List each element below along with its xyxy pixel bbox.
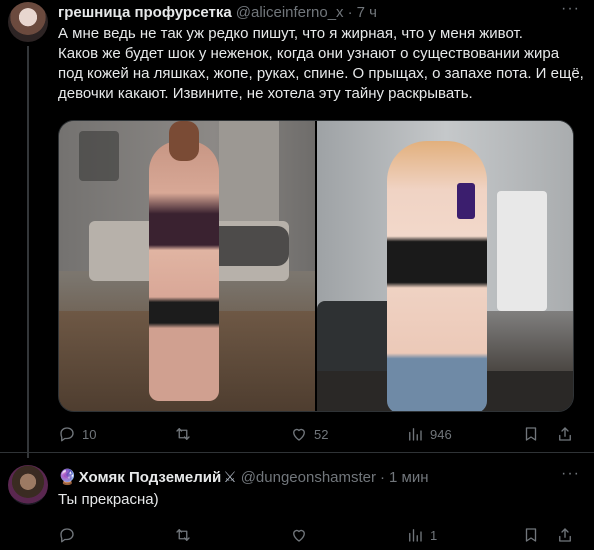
timestamp[interactable]: 1 мин: [389, 469, 429, 486]
phone: [457, 183, 475, 219]
door: [219, 121, 279, 231]
clothes-rack: [497, 191, 547, 311]
tweet-text-line: Ты прекрасна): [58, 491, 159, 508]
reply-count: 10: [82, 426, 97, 442]
retweet-button[interactable]: [174, 424, 198, 444]
like-button[interactable]: [290, 525, 314, 545]
tweet-text: Ты прекрасна): [58, 490, 582, 510]
reply-button[interactable]: [58, 525, 82, 545]
reply-tweet[interactable]: 🔮 Хомяк Подземелий ⚔ @dungeonshamster · …: [0, 452, 594, 550]
tweet-header: грешница профурсетка @aliceinferno_x · 7…: [58, 2, 377, 22]
tweet-text-line: под кожей на ляшках, жопе, руках, спине.…: [58, 65, 584, 82]
wall-plant: [79, 131, 119, 181]
tweet[interactable]: грешница профурсетка @aliceinferno_x · 7…: [0, 0, 594, 458]
more-icon[interactable]: ···: [561, 0, 580, 18]
hair: [169, 121, 199, 161]
avatar[interactable]: [8, 2, 48, 42]
crossed-swords-icon: ⚔: [223, 469, 237, 486]
bookmark-button[interactable]: [522, 525, 540, 545]
retweet-icon: [176, 428, 190, 440]
user-handle[interactable]: @dungeonshamster: [241, 469, 376, 486]
action-bar: 1: [50, 525, 580, 545]
tweet-header: 🔮 Хомяк Подземелий ⚔ @dungeonshamster · …: [58, 467, 429, 487]
tweet-text-line: девочки какают. Извините, не хотела эту …: [58, 85, 473, 102]
reply-icon: [60, 427, 74, 442]
more-icon[interactable]: ···: [561, 465, 580, 483]
separator-dot: ·: [380, 468, 386, 486]
views-button[interactable]: 1: [406, 525, 437, 545]
avatar[interactable]: [8, 465, 48, 505]
share-button[interactable]: [556, 424, 574, 444]
reply-button[interactable]: 10: [58, 424, 96, 444]
separator-dot: ·: [347, 3, 353, 21]
heart-icon: [293, 529, 305, 542]
views-count: 946: [430, 426, 452, 442]
bookmark-icon: [525, 427, 537, 441]
figure: [387, 141, 487, 411]
action-bar: 10 52 946: [50, 424, 580, 444]
like-button[interactable]: 52: [290, 424, 328, 444]
share-icon: [559, 427, 571, 441]
display-name[interactable]: Хомяк Подземелий: [79, 469, 222, 486]
tweet-text-line: Каков же будет шок у неженок, когда они …: [58, 45, 560, 62]
thread-line: [27, 46, 29, 458]
photo-right[interactable]: [317, 121, 573, 411]
views-icon: [409, 529, 422, 542]
heart-icon: [293, 428, 305, 441]
views-button[interactable]: 946: [406, 424, 452, 444]
views-icon: [409, 428, 422, 441]
like-count: 52: [314, 426, 329, 442]
bookmark-button[interactable]: [522, 424, 540, 444]
user-handle[interactable]: @aliceinferno_x: [236, 4, 344, 21]
crystal-ball-icon: 🔮: [58, 469, 77, 486]
views-count: 1: [430, 527, 438, 543]
retweet-icon: [176, 529, 190, 541]
share-icon: [559, 528, 571, 542]
reply-icon: [60, 528, 74, 543]
retweet-button[interactable]: [174, 525, 198, 545]
display-name[interactable]: грешница профурсетка: [58, 4, 232, 21]
media-grid: [58, 120, 574, 412]
bookmark-icon: [525, 528, 537, 542]
tweet-text-line: А мне ведь не так уж редко пишут, что я …: [58, 25, 523, 42]
share-button[interactable]: [556, 525, 574, 545]
photo-left[interactable]: [59, 121, 315, 411]
timestamp[interactable]: 7 ч: [357, 4, 377, 21]
figure: [149, 141, 219, 401]
tweet-text: А мне ведь не так уж редко пишут, что я …: [58, 24, 584, 104]
